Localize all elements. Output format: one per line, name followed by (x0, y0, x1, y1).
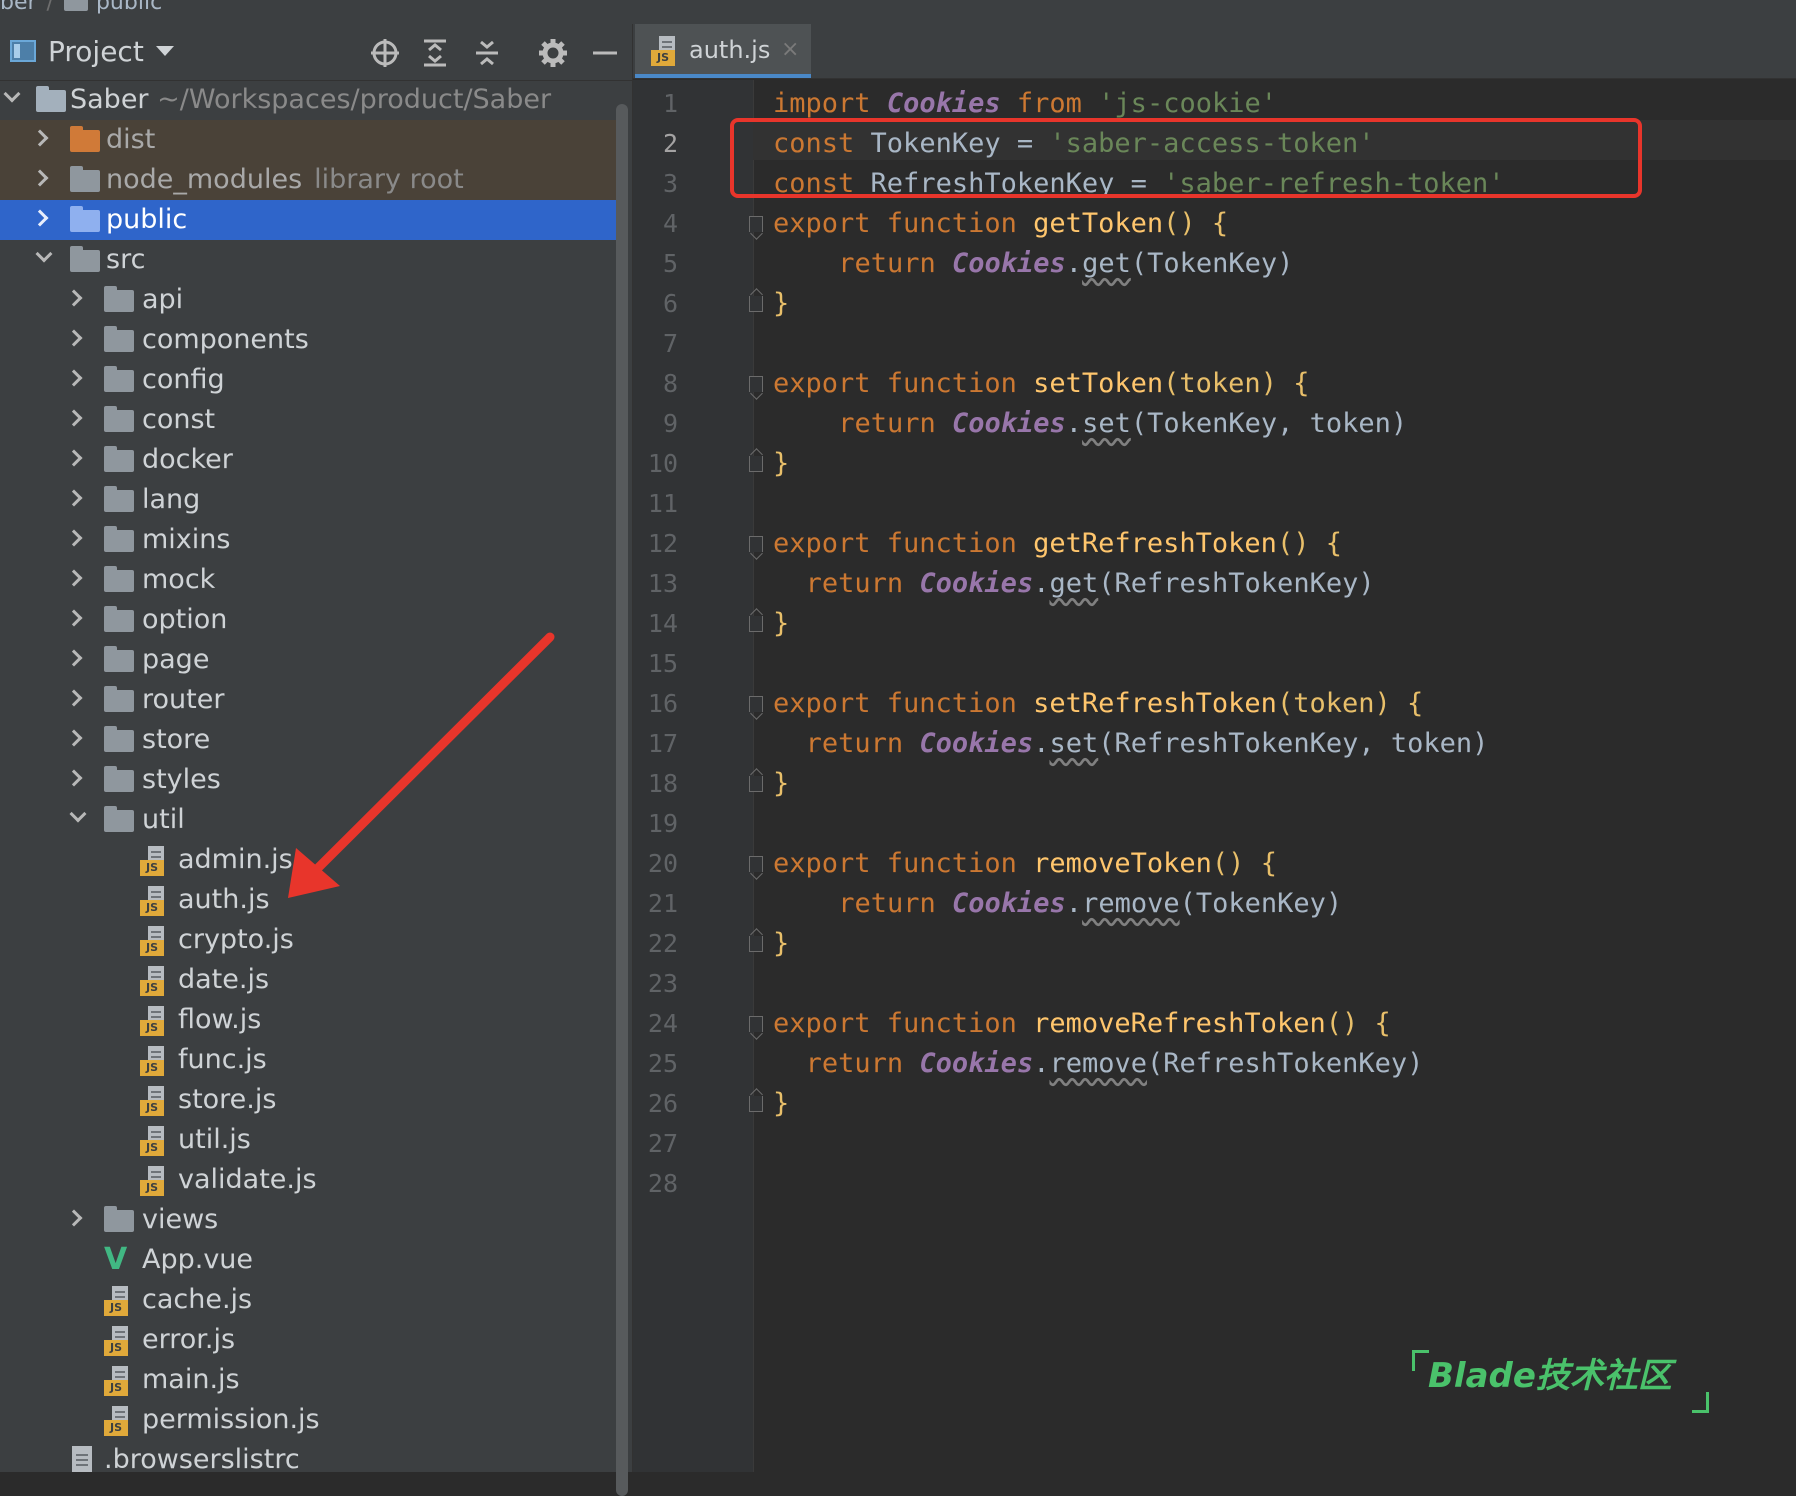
watermark: Blade技术社区 (1428, 1348, 1672, 1397)
watermark-bracket-right (1692, 1392, 1709, 1413)
annotation-arrow (288, 632, 555, 898)
arrow-shaft (313, 632, 555, 873)
watermark-bracket-left (1412, 1350, 1429, 1371)
watermark-text: Blade技术社区 (1428, 1356, 1672, 1396)
